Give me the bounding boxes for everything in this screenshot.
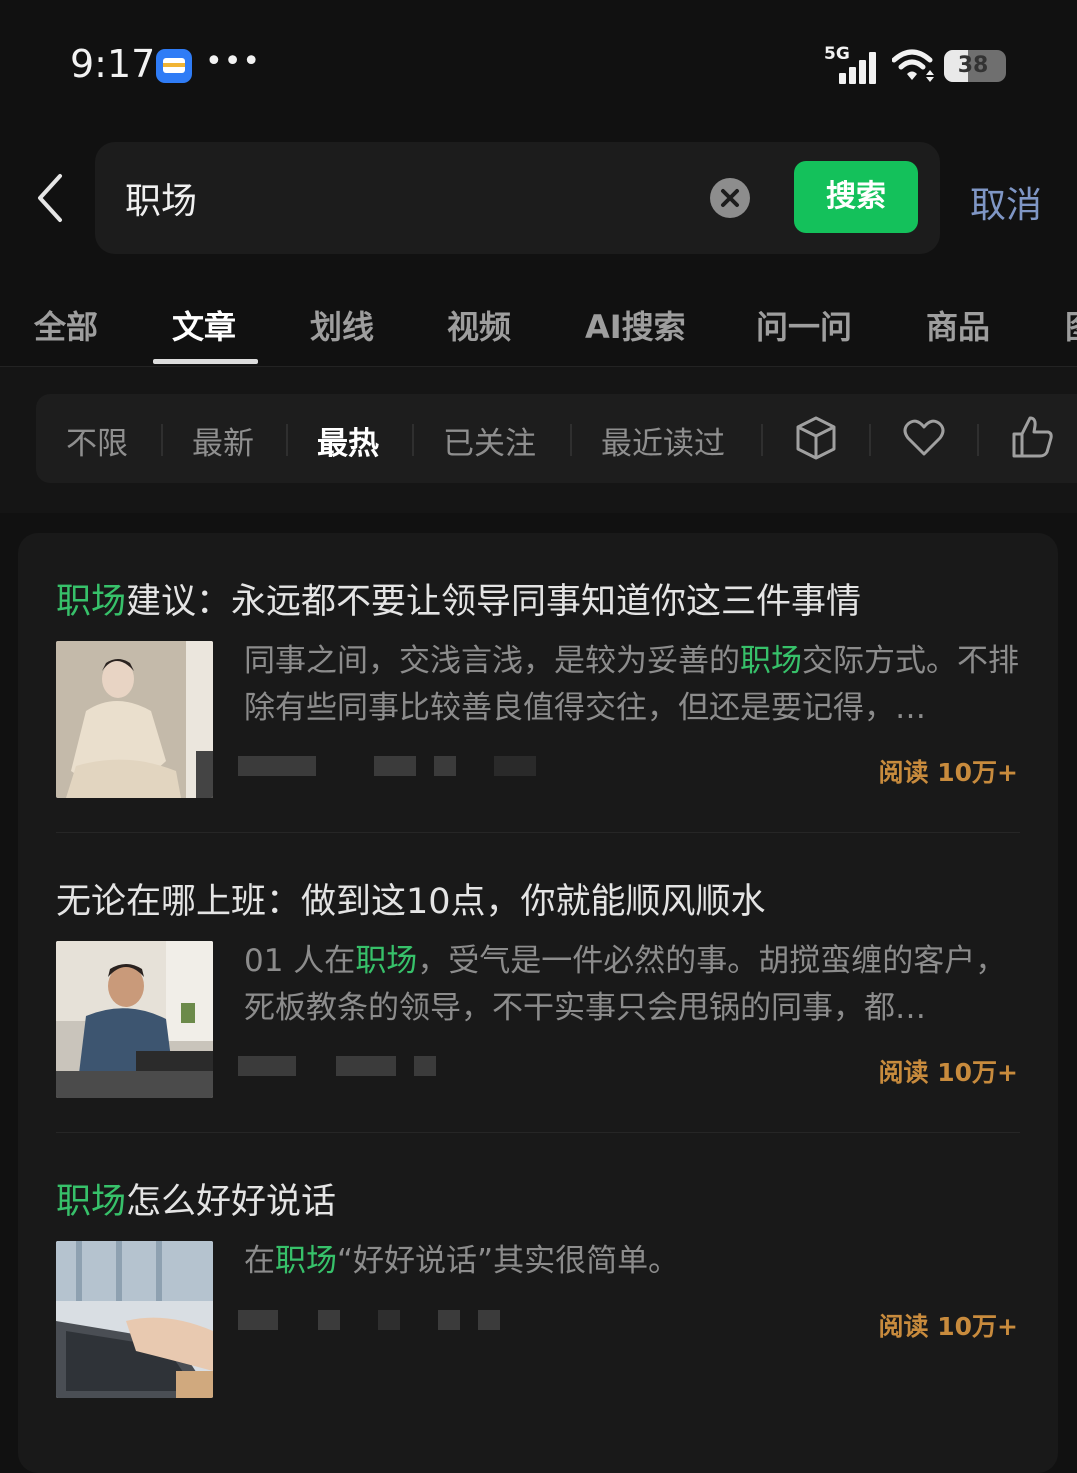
search-query[interactable]: 职场 [125,172,197,224]
tab-bar: 全部 文章 划线 视频 AI搜索 问一问 商品 图 [0,290,1077,367]
cancel-button[interactable]: 取消 [970,176,1042,228]
read-count: 阅读 10万+ [878,1312,1018,1341]
article-title[interactable]: 职场建议：永远都不要让领导同事知道你这三件事情 [56,573,861,624]
author-meta-blurred [238,1056,538,1076]
filter-bar: 不限 最新 最热 已关注 最近读过 [36,394,1077,483]
wifi-icon [892,49,934,82]
article-snippet: 同事之间，交浅言浅，是较为妥善的职场交际方式。不排除有些同事比较善良值得交往，但… [244,643,1019,726]
article-thumbnail[interactable] [56,1241,213,1398]
results-list: 职场建议：永远都不要让领导同事知道你这三件事情 同事之间，交浅言浅，是较为妥善的… [18,533,1058,1473]
status-bar: 9:17 ••• 5G 38 [0,0,1077,130]
filter-latest[interactable]: 最新 [192,418,254,463]
cube-icon[interactable] [794,414,838,462]
filter-recently-read[interactable]: 最近读过 [601,418,725,463]
battery-level: 38 [957,53,989,78]
tab-products[interactable]: 商品 [926,302,990,348]
tab-ask[interactable]: 问一问 [756,302,852,348]
filter-any[interactable]: 不限 [66,418,128,463]
filter-hottest[interactable]: 最热 [317,418,379,463]
author-meta-blurred [238,756,538,776]
tab-videos[interactable]: 视频 [447,302,511,348]
search-button[interactable]: 搜索 [794,161,918,233]
more-dots-icon: ••• [205,44,262,79]
filter-following[interactable]: 已关注 [443,418,536,463]
tab-ai-search[interactable]: AI搜索 [585,302,686,348]
status-time: 9:17 [70,42,156,86]
tab-articles[interactable]: 文章 [172,302,236,348]
battery-icon: 38 [944,50,1006,82]
tab-all[interactable]: 全部 [34,302,98,348]
divider [56,1132,1020,1133]
heart-icon[interactable] [902,414,946,462]
back-arrow-icon[interactable] [30,170,70,226]
read-count: 阅读 10万+ [878,1058,1018,1087]
tab-highlights[interactable]: 划线 [310,302,374,348]
article-thumbnail[interactable] [56,641,213,798]
network-label: 5G [824,44,850,64]
signal-icon: 5G [824,44,882,84]
active-tab-indicator [153,359,258,364]
article-snippet: 01 人在职场，受气是一件必然的事。胡搅蛮缠的客户，死板教条的领导，不干实事只会… [244,943,1007,1026]
author-meta-blurred [238,1310,538,1330]
thumbs-up-icon[interactable] [1010,414,1054,462]
article-title[interactable]: 职场怎么好好说话 [56,1173,336,1224]
article-thumbnail[interactable] [56,941,213,1098]
clear-icon[interactable] [710,178,750,218]
read-count: 阅读 10万+ [878,758,1018,787]
tab-more[interactable]: 图 [1065,302,1077,348]
article-title[interactable]: 无论在哪上班：做到这10点，你就能顺风顺水 [56,873,766,924]
article-snippet: 在职场“好好说话”其实很简单。 [244,1243,680,1279]
wallet-icon [156,49,192,83]
divider [56,832,1020,833]
